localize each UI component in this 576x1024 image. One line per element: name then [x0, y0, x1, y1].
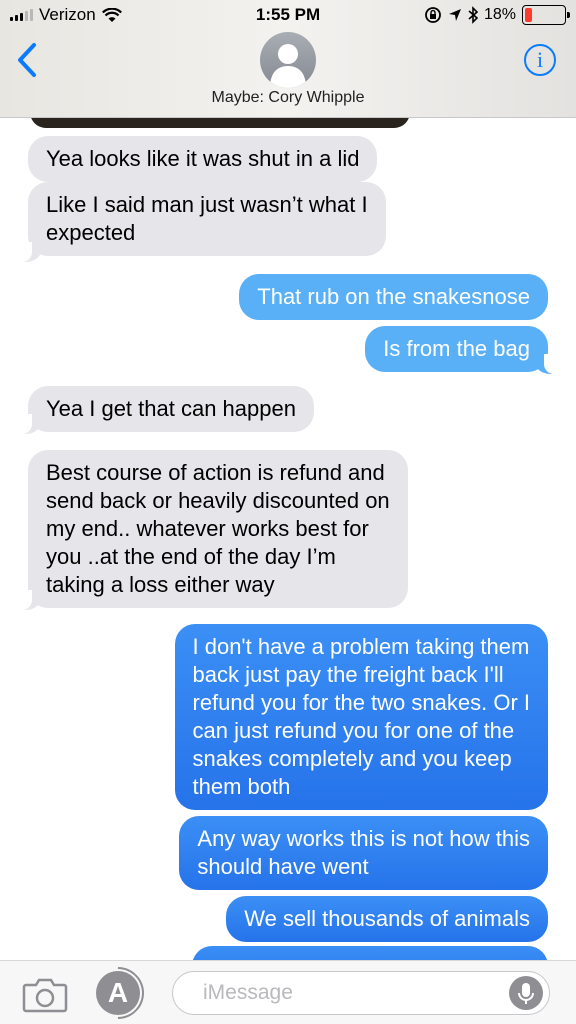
back-button[interactable] — [16, 42, 46, 78]
message-bubble-outgoing[interactable]: Is from the bag — [365, 326, 548, 372]
message-bubble-incoming[interactable]: Like I said man just wasn’t what I expec… — [28, 182, 386, 256]
message-line: taking a loss either way — [46, 572, 275, 597]
message-bubble-outgoing[interactable]: That rub on the snakesnose — [239, 274, 548, 320]
message-bubble-outgoing-partial[interactable] — [192, 946, 548, 960]
bubble-tail — [12, 242, 42, 262]
message-line: send back or heavily discounted on — [46, 488, 390, 513]
message-line: back just pay the freight back I'll — [192, 662, 504, 687]
wifi-icon — [101, 7, 122, 22]
status-bar: Verizon 1:55 PM 18% — [0, 0, 576, 30]
message-line: can just refund you for one of the — [192, 718, 515, 743]
bubble-tail — [12, 590, 42, 610]
message-line: We sell thousands of animals — [244, 906, 530, 931]
message-bubble-outgoing[interactable]: Any way works this is not how this shoul… — [179, 816, 548, 890]
message-bubble-outgoing[interactable]: We sell thousands of animals — [226, 896, 548, 942]
battery-level — [525, 8, 532, 22]
message-line: refund you for the two snakes. Or I — [192, 690, 531, 715]
message-line: Best course of action is refund and — [46, 460, 385, 485]
message-bubble-incoming[interactable]: Best course of action is refund and send… — [28, 450, 408, 608]
microphone-button[interactable] — [509, 976, 543, 1010]
cellular-signal-icon — [10, 9, 33, 21]
message-line: Like I said man just wasn’t what I — [46, 192, 368, 217]
message-line: That rub on the snakesnose — [257, 284, 530, 309]
app-store-icon: A — [107, 977, 129, 1008]
message-bubble-outgoing[interactable]: I don't have a problem taking them back … — [174, 624, 548, 810]
photo-attachment[interactable] — [30, 118, 410, 128]
message-line: snakes completely and you keep — [192, 746, 512, 771]
app-store-button[interactable]: A — [96, 971, 140, 1015]
contact-name[interactable]: Maybe: Cory Whipple — [0, 89, 576, 107]
message-bubble-incoming[interactable]: Yea looks like it was shut in a lid — [28, 136, 378, 182]
message-line: my end.. whatever works best for — [46, 516, 369, 541]
rotation-lock-icon — [425, 7, 441, 23]
message-line: expected — [46, 220, 136, 245]
message-thread[interactable]: Yea looks like it was shut in a lid Like… — [0, 118, 576, 960]
message-line: Any way works this is not how this — [197, 826, 530, 851]
message-line: Is from the bag — [383, 336, 530, 361]
imessage-placeholder: iMessage — [203, 981, 293, 1004]
message-line: Yea I get that can happen — [46, 396, 296, 421]
message-line: I don't have a problem taking them — [192, 634, 530, 659]
carrier-name: Verizon — [39, 5, 96, 24]
message-line: them both — [192, 774, 291, 799]
person-silhouette-icon — [270, 44, 306, 88]
battery-icon — [522, 5, 570, 25]
battery-percent: 18% — [483, 6, 516, 23]
message-line: you ..at the end of the day I’m — [46, 544, 336, 569]
microphone-icon — [518, 983, 534, 1004]
camera-icon — [22, 978, 68, 1013]
chevron-left-icon — [18, 43, 36, 77]
camera-button[interactable] — [22, 977, 68, 1013]
bubble-tail — [12, 414, 42, 434]
location-arrow-icon — [448, 9, 461, 21]
contact-avatar[interactable] — [260, 32, 316, 88]
message-bubble-incoming[interactable]: Yea I get that can happen — [28, 386, 314, 432]
message-line: should have went — [197, 854, 369, 879]
imessage-input[interactable]: iMessage — [172, 971, 550, 1015]
bluetooth-icon — [468, 6, 478, 24]
message-line: Yea looks like it was shut in a lid — [46, 146, 360, 171]
message-input-bar: A iMessage — [0, 956, 576, 1024]
bubble-tail — [534, 354, 564, 374]
info-button[interactable]: i — [524, 44, 556, 76]
